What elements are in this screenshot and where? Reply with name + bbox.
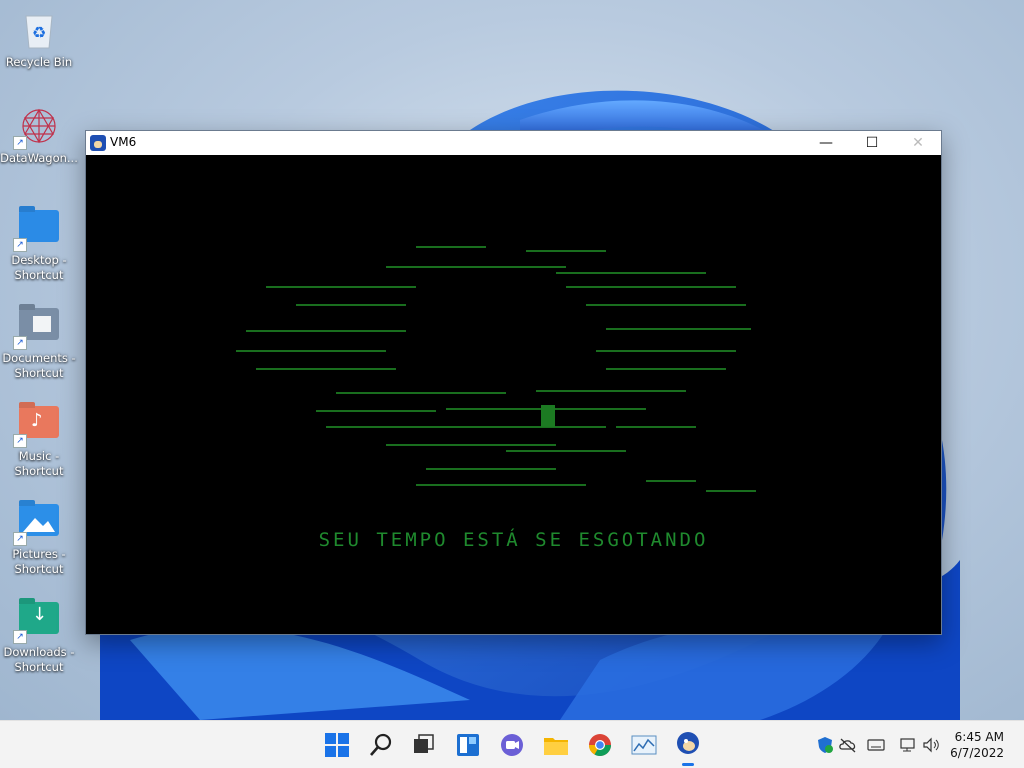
- task-view-icon: [414, 734, 434, 753]
- chat-icon: [501, 734, 523, 756]
- desktop-folder-icon: ↗: [13, 206, 61, 252]
- performance-monitor-button[interactable]: [628, 729, 660, 761]
- shortcut-arrow-icon: ↗: [13, 630, 27, 644]
- svg-text:♻: ♻: [32, 23, 46, 42]
- vm6-taskbar-button[interactable]: [672, 729, 704, 766]
- shortcut-arrow-icon: ↗: [13, 532, 27, 546]
- performance-monitor-icon: [631, 735, 657, 755]
- search-icon: [370, 733, 392, 756]
- onedrive-icon: [839, 738, 856, 753]
- vm6-app-icon: [677, 732, 699, 754]
- game-screen[interactable]: SEU TEMPO ESTÁ SE ESGOTANDO: [86, 155, 941, 634]
- task-view-button[interactable]: [408, 729, 440, 761]
- shortcut-arrow-icon: ↗: [13, 238, 27, 252]
- shortcut-arrow-icon: ↗: [13, 434, 27, 448]
- taskbar-clock[interactable]: 6:45 AM 6/7/2022: [950, 729, 1004, 761]
- network-tray-button[interactable]: [898, 735, 918, 755]
- network-icon: [900, 738, 915, 752]
- clock-time: 6:45 AM: [954, 730, 1004, 744]
- volume-icon: [923, 737, 939, 753]
- maximize-button[interactable]: ☐: [849, 131, 895, 155]
- widgets-icon: [457, 734, 479, 756]
- documents-folder-icon: ↗: [13, 304, 61, 350]
- pictures-folder-icon: ↗: [13, 500, 61, 546]
- desktop-icon-music-shortcut[interactable]: ♪ ↗ Music - Shortcut: [0, 402, 78, 479]
- window-titlebar[interactable]: VM6 — ☐ ✕: [86, 131, 941, 155]
- search-button[interactable]: [365, 729, 397, 761]
- desktop-icon-downloads-shortcut[interactable]: ↓ ↗ Downloads - Shortcut: [0, 598, 78, 675]
- file-explorer-icon: [544, 738, 568, 755]
- keyboard-icon: [867, 739, 885, 751]
- chrome-button[interactable]: [584, 729, 616, 761]
- recycle-bin-icon: ♻: [17, 8, 61, 52]
- shortcut-arrow-icon: ↗: [13, 336, 27, 350]
- start-button[interactable]: [321, 729, 353, 761]
- desktop-icon-pictures-shortcut[interactable]: ↗ Pictures - Shortcut: [0, 500, 78, 577]
- minimize-button[interactable]: —: [803, 131, 849, 155]
- desktop-icon-label: Documents - Shortcut: [2, 351, 76, 380]
- active-indicator: [682, 763, 694, 766]
- volume-tray-button[interactable]: [921, 735, 941, 755]
- file-explorer-button[interactable]: [540, 729, 572, 761]
- desktop-icon-documents-shortcut[interactable]: ↗ Documents - Shortcut: [0, 304, 78, 381]
- keyboard-tray-button[interactable]: [866, 735, 886, 755]
- downloads-folder-icon: ↓ ↗: [13, 598, 61, 644]
- desktop-icon-desktop-shortcut[interactable]: ↗ Desktop - Shortcut: [0, 206, 78, 283]
- desktop-icon-datawagon[interactable]: ↗ DataWagon...: [0, 104, 78, 166]
- security-tray-button[interactable]: [815, 735, 835, 755]
- widgets-button[interactable]: [452, 729, 484, 761]
- start-icon: [325, 733, 349, 757]
- desktop-icon-label: Desktop - Shortcut: [11, 253, 67, 282]
- music-folder-icon: ♪ ↗: [13, 402, 61, 448]
- desktop: ♻ Recycle Bin ↗ DataWagon... ↗ Desktop -…: [0, 0, 1024, 720]
- onedrive-tray-button[interactable]: [838, 735, 858, 755]
- window-title: VM6: [110, 135, 137, 149]
- datawagon-icon: ↗: [13, 104, 61, 150]
- desktop-icon-label: Recycle Bin: [5, 55, 73, 69]
- shortcut-arrow-icon: ↗: [13, 136, 27, 150]
- desktop-icon-label: Pictures - Shortcut: [12, 547, 66, 576]
- sonic-app-icon: [90, 135, 106, 151]
- glitch-eye-graphic: [236, 246, 756, 492]
- desktop-icon-label: Downloads - Shortcut: [3, 645, 75, 674]
- taskbar: 6:45 AM 6/7/2022: [0, 720, 1024, 768]
- desktop-icon-label: Music - Shortcut: [14, 449, 64, 478]
- game-message: SEU TEMPO ESTÁ SE ESGOTANDO: [318, 529, 709, 551]
- close-button[interactable]: ✕: [895, 131, 941, 155]
- clock-date: 6/7/2022: [950, 746, 1004, 760]
- chat-button[interactable]: [496, 729, 528, 761]
- desktop-icon-label: DataWagon...: [0, 151, 78, 165]
- vm6-window[interactable]: VM6 — ☐ ✕ SEU TEMPO ESTÁ SE ESGOTANDO: [85, 130, 942, 635]
- security-icon: [818, 737, 833, 753]
- chrome-icon: [589, 734, 611, 756]
- desktop-icon-recycle-bin[interactable]: ♻ Recycle Bin: [0, 8, 78, 70]
